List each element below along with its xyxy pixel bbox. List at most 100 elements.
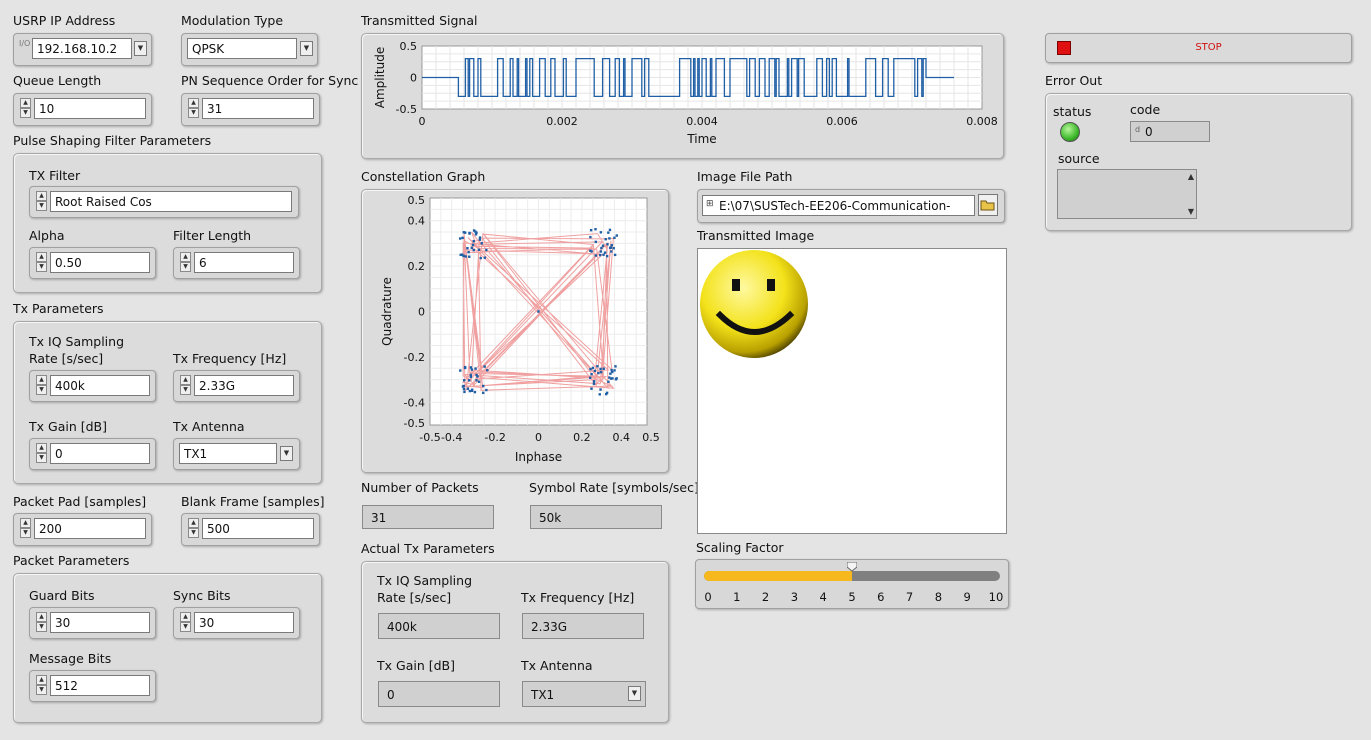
scaling-factor-label: Scaling Factor (696, 540, 784, 555)
constellation-point (614, 378, 618, 381)
scaling-factor-slider: 0 1 2 3 4 5 6 7 8 9 10 (695, 559, 1009, 609)
constellation-point (589, 228, 593, 232)
transmitted-signal-title: Transmitted Signal (361, 13, 478, 28)
iq-rate-label-line1: Tx IQ Sampling (29, 334, 125, 349)
filter-length-stepper[interactable]: ▲ ▼ (180, 252, 191, 273)
slider-tick-label: 5 (848, 590, 856, 604)
chevron-down-icon: ▼ (628, 686, 641, 701)
actual-tx-title: Actual Tx Parameters (361, 541, 495, 556)
sync-bits-field[interactable]: 30 (194, 612, 294, 633)
chevron-down-icon[interactable]: ▼ (134, 41, 147, 56)
alpha-field[interactable]: 0.50 (50, 252, 150, 273)
constellation-point (611, 377, 614, 380)
guard-bits-stepper[interactable]: ▲ ▼ (36, 612, 47, 633)
constellation-point (599, 388, 602, 391)
queue-length-field[interactable]: 10 (34, 98, 146, 119)
pn-order-field[interactable]: 31 (202, 98, 314, 119)
x-tick-label: 0 (419, 115, 426, 128)
transmitted-image-display (697, 248, 1007, 534)
usrp-ip-field[interactable]: 192.168.10.2 (32, 38, 132, 59)
status-led-icon (1060, 122, 1080, 142)
constellation-point (478, 238, 482, 241)
guard-bits-field[interactable]: 30 (50, 612, 150, 633)
packet-pad-field[interactable]: 200 (34, 518, 146, 539)
constellation-point (601, 244, 605, 247)
tx-frequency-label: Tx Frequency [Hz] (173, 351, 287, 366)
iq-rate-field[interactable]: 400k (50, 375, 150, 396)
browse-folder-button[interactable] (978, 194, 998, 216)
constellation-point (610, 250, 613, 253)
image-file-path-field[interactable]: E:\07\SUSTech-EE206-Communication- (702, 195, 975, 216)
stop-button[interactable]: STOP (1045, 33, 1352, 63)
tx-gain-stepper[interactable]: ▲ ▼ (36, 443, 47, 464)
pulse-shaping-title: Pulse Shaping Filter Parameters (13, 133, 212, 148)
constellation-point (475, 373, 478, 377)
queue-length-control: ▲ ▼ 10 (13, 93, 152, 126)
scroll-up-icon[interactable]: ▲ (1188, 172, 1194, 181)
slider-thumb[interactable] (846, 561, 858, 572)
constellation-point (610, 368, 613, 372)
pn-order-stepper[interactable]: ▲ ▼ (188, 98, 199, 119)
tx-antenna-select[interactable]: TX1 (179, 443, 277, 464)
alpha-stepper[interactable]: ▲ ▼ (36, 252, 47, 273)
tx-antenna-control: TX1 ▼ (173, 438, 300, 470)
x-tick-label: -0.2 (484, 431, 505, 444)
blank-frame-field[interactable]: 500 (202, 518, 314, 539)
actual-tx-frequency-indicator: 2.33G (522, 613, 644, 639)
constellation-point (594, 240, 597, 244)
slider-track[interactable] (704, 571, 1000, 581)
constellation-point (469, 366, 473, 369)
x-axis-label: Inphase (515, 450, 562, 464)
actual-tx-antenna-label: Tx Antenna (521, 658, 593, 673)
tx-filter-stepper[interactable]: ▲ ▼ (36, 191, 47, 212)
constellation-point (613, 236, 616, 240)
chevron-down-icon[interactable]: ▼ (300, 41, 313, 56)
y-tick-label: -0.5 (396, 103, 417, 116)
packet-pad-stepper[interactable]: ▲ ▼ (20, 518, 31, 539)
scroll-down-icon[interactable]: ▼ (1188, 207, 1194, 216)
filter-length-field[interactable]: 6 (194, 252, 294, 273)
blank-frame-stepper[interactable]: ▲ ▼ (188, 518, 199, 539)
tx-frequency-field[interactable]: 2.33G (194, 375, 294, 396)
constellation-point (483, 256, 487, 259)
tx-gain-control: ▲ ▼ 0 (29, 438, 156, 470)
constellation-point (599, 231, 603, 234)
actual-iq-rate-indicator: 400k (378, 613, 500, 639)
message-bits-field[interactable]: 512 (50, 675, 150, 696)
x-tick-label: 0.4 (613, 431, 631, 444)
pulse-shaping-cluster: TX Filter ▲ ▼ Root Raised Cos Alpha ▲ ▼ 0.… (13, 153, 322, 293)
sync-bits-label: Sync Bits (173, 588, 231, 603)
chevron-down-icon[interactable]: ▼ (280, 446, 293, 461)
constellation-title: Constellation Graph (361, 169, 486, 184)
constellation-point (594, 254, 598, 257)
x-axis-label: Time (686, 132, 716, 146)
iq-rate-stepper[interactable]: ▲ ▼ (36, 375, 47, 396)
error-out-title: Error Out (1045, 73, 1103, 88)
constellation-point (603, 251, 607, 254)
sync-bits-stepper[interactable]: ▲ ▼ (180, 612, 191, 633)
image-file-path-label: Image File Path (697, 169, 793, 184)
actual-tx-gain-label: Tx Gain [dB] (377, 658, 455, 673)
tx-frequency-stepper[interactable]: ▲ ▼ (180, 375, 191, 396)
usrp-ip-control: I/O 192.168.10.2 ▼ (13, 33, 152, 66)
transmitted-image-label: Transmitted Image (697, 228, 815, 243)
message-bits-stepper[interactable]: ▲ ▼ (36, 675, 47, 696)
pn-order-label: PN Sequence Order for Sync (181, 73, 359, 88)
y-axis-label: Amplitude (373, 47, 387, 109)
queue-length-stepper[interactable]: ▲ ▼ (20, 98, 31, 119)
constellation-point (537, 310, 540, 313)
slider-scale: 0 1 2 3 4 5 6 7 8 9 10 (696, 590, 1008, 606)
queue-length-label: Queue Length (13, 73, 102, 88)
y-tick-label: -0.2 (404, 351, 425, 364)
tx-gain-field[interactable]: 0 (50, 443, 150, 464)
slider-tick-label: 1 (733, 590, 741, 604)
slider-fill (704, 571, 852, 581)
modulation-type-select[interactable]: QPSK (187, 38, 297, 59)
constellation-point (613, 369, 616, 372)
constellation-point (466, 387, 470, 390)
pn-order-control: ▲ ▼ 31 (181, 93, 320, 126)
constellation-point (466, 247, 469, 250)
usrp-ip-label: USRP IP Address (13, 13, 116, 28)
slider-tick-label: 0 (704, 590, 712, 604)
tx-filter-ring[interactable]: Root Raised Cos (50, 191, 292, 212)
